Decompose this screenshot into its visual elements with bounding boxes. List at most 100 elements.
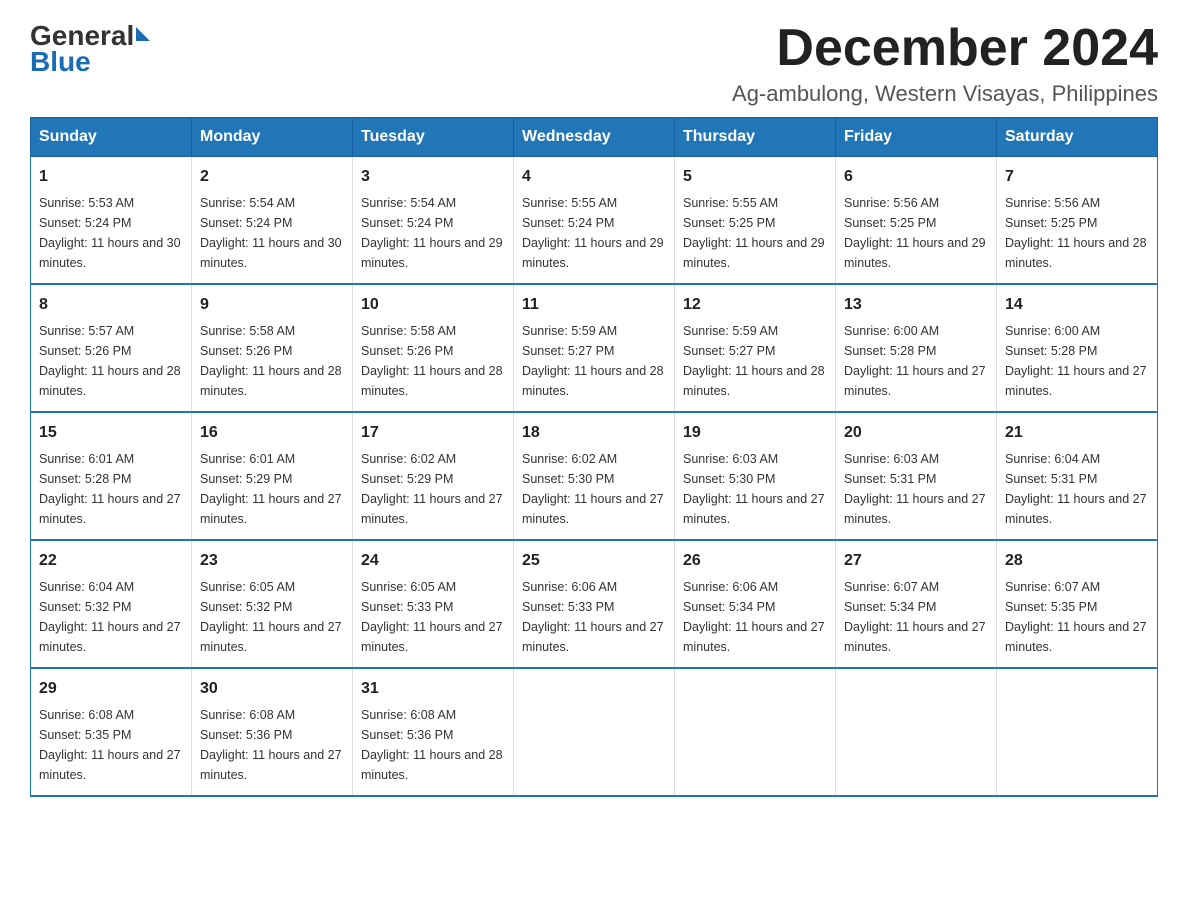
calendar-table: SundayMondayTuesdayWednesdayThursdayFrid…	[30, 117, 1158, 797]
day-number: 19	[683, 421, 827, 445]
page-header: General Blue December 2024 Ag-ambulong, …	[30, 20, 1158, 107]
calendar-body: 1Sunrise: 5:53 AMSunset: 5:24 PMDaylight…	[31, 157, 1158, 797]
day-number: 12	[683, 293, 827, 317]
logo-blue-row: Blue	[30, 46, 91, 78]
day-number: 6	[844, 165, 988, 189]
day-info: Sunrise: 6:08 AMSunset: 5:35 PMDaylight:…	[39, 708, 181, 782]
day-info: Sunrise: 6:06 AMSunset: 5:33 PMDaylight:…	[522, 580, 664, 654]
week-row-5: 29 Sunrise: 6:08 AMSunset: 5:35 PMDayligh…	[31, 668, 1158, 796]
day-info: Sunrise: 6:08 AMSunset: 5:36 PMDaylight:…	[200, 708, 342, 782]
day-info: Sunrise: 6:04 AMSunset: 5:31 PMDaylight:…	[1005, 452, 1147, 526]
calendar-cell: 29 Sunrise: 6:08 AMSunset: 5:35 PMDayligh…	[31, 668, 192, 796]
day-number: 26	[683, 549, 827, 573]
calendar-cell: 21Sunrise: 6:04 AMSunset: 5:31 PMDayligh…	[997, 412, 1158, 540]
logo-triangle-icon	[136, 27, 150, 41]
calendar-cell: 2 Sunrise: 5:54 AMSunset: 5:24 PMDaylight…	[192, 157, 353, 285]
header-cell-saturday: Saturday	[997, 118, 1158, 157]
day-info: Sunrise: 5:58 AMSunset: 5:26 PMDaylight:…	[361, 324, 503, 398]
day-info: Sunrise: 5:55 AMSunset: 5:25 PMDaylight:…	[683, 196, 825, 270]
day-info: Sunrise: 6:05 AMSunset: 5:33 PMDaylight:…	[361, 580, 503, 654]
day-number: 7	[1005, 165, 1149, 189]
week-row-4: 22 Sunrise: 6:04 AMSunset: 5:32 PMDayligh…	[31, 540, 1158, 668]
day-info: Sunrise: 6:07 AMSunset: 5:34 PMDaylight:…	[844, 580, 986, 654]
day-number: 2	[200, 165, 344, 189]
day-info: Sunrise: 6:05 AMSunset: 5:32 PMDaylight:…	[200, 580, 342, 654]
day-number: 16	[200, 421, 344, 445]
day-number: 9	[200, 293, 344, 317]
calendar-cell	[997, 668, 1158, 796]
day-info: Sunrise: 6:03 AMSunset: 5:30 PMDaylight:…	[683, 452, 825, 526]
day-info: Sunrise: 5:56 AMSunset: 5:25 PMDaylight:…	[844, 196, 986, 270]
day-info: Sunrise: 6:01 AMSunset: 5:28 PMDaylight:…	[39, 452, 181, 526]
day-number: 11	[522, 293, 666, 317]
day-number: 31	[361, 677, 505, 701]
header-cell-wednesday: Wednesday	[514, 118, 675, 157]
calendar-cell: 23Sunrise: 6:05 AMSunset: 5:32 PMDayligh…	[192, 540, 353, 668]
calendar-cell: 16Sunrise: 6:01 AMSunset: 5:29 PMDayligh…	[192, 412, 353, 540]
day-info: Sunrise: 5:59 AMSunset: 5:27 PMDaylight:…	[522, 324, 664, 398]
header-cell-monday: Monday	[192, 118, 353, 157]
calendar-cell: 17Sunrise: 6:02 AMSunset: 5:29 PMDayligh…	[353, 412, 514, 540]
header-cell-friday: Friday	[836, 118, 997, 157]
calendar-cell: 15 Sunrise: 6:01 AMSunset: 5:28 PMDayligh…	[31, 412, 192, 540]
day-info: Sunrise: 5:59 AMSunset: 5:27 PMDaylight:…	[683, 324, 825, 398]
calendar-cell	[675, 668, 836, 796]
header-cell-sunday: Sunday	[31, 118, 192, 157]
day-info: Sunrise: 6:02 AMSunset: 5:30 PMDaylight:…	[522, 452, 664, 526]
location-title: Ag-ambulong, Western Visayas, Philippine…	[732, 81, 1158, 107]
logo: General Blue	[30, 20, 150, 78]
day-info: Sunrise: 5:56 AMSunset: 5:25 PMDaylight:…	[1005, 196, 1147, 270]
day-number: 29	[39, 677, 183, 701]
day-number: 25	[522, 549, 666, 573]
calendar-cell	[836, 668, 997, 796]
calendar-cell: 5Sunrise: 5:55 AMSunset: 5:25 PMDaylight…	[675, 157, 836, 285]
day-info: Sunrise: 6:03 AMSunset: 5:31 PMDaylight:…	[844, 452, 986, 526]
day-number: 13	[844, 293, 988, 317]
day-info: Sunrise: 6:07 AMSunset: 5:35 PMDaylight:…	[1005, 580, 1147, 654]
day-info: Sunrise: 6:04 AMSunset: 5:32 PMDaylight:…	[39, 580, 181, 654]
day-info: Sunrise: 6:08 AMSunset: 5:36 PMDaylight:…	[361, 708, 503, 782]
day-info: Sunrise: 5:55 AMSunset: 5:24 PMDaylight:…	[522, 196, 664, 270]
calendar-cell: 22 Sunrise: 6:04 AMSunset: 5:32 PMDayligh…	[31, 540, 192, 668]
day-number: 15	[39, 421, 183, 445]
calendar-cell: 25 Sunrise: 6:06 AMSunset: 5:33 PMDayligh…	[514, 540, 675, 668]
calendar-cell: 20 Sunrise: 6:03 AMSunset: 5:31 PMDayligh…	[836, 412, 997, 540]
calendar-cell: 9 Sunrise: 5:58 AMSunset: 5:26 PMDaylight…	[192, 284, 353, 412]
day-number: 18	[522, 421, 666, 445]
day-info: Sunrise: 5:58 AMSunset: 5:26 PMDaylight:…	[200, 324, 342, 398]
calendar-cell: 28 Sunrise: 6:07 AMSunset: 5:35 PMDayligh…	[997, 540, 1158, 668]
day-info: Sunrise: 6:00 AMSunset: 5:28 PMDaylight:…	[1005, 324, 1147, 398]
calendar-cell: 3Sunrise: 5:54 AMSunset: 5:24 PMDaylight…	[353, 157, 514, 285]
day-number: 14	[1005, 293, 1149, 317]
calendar-cell: 19 Sunrise: 6:03 AMSunset: 5:30 PMDayligh…	[675, 412, 836, 540]
calendar-cell: 14 Sunrise: 6:00 AMSunset: 5:28 PMDayligh…	[997, 284, 1158, 412]
day-info: Sunrise: 5:57 AMSunset: 5:26 PMDaylight:…	[39, 324, 181, 398]
calendar-cell: 27 Sunrise: 6:07 AMSunset: 5:34 PMDayligh…	[836, 540, 997, 668]
calendar-cell: 12 Sunrise: 5:59 AMSunset: 5:27 PMDayligh…	[675, 284, 836, 412]
day-number: 27	[844, 549, 988, 573]
day-number: 8	[39, 293, 183, 317]
day-number: 20	[844, 421, 988, 445]
header-row: SundayMondayTuesdayWednesdayThursdayFrid…	[31, 118, 1158, 157]
day-number: 1	[39, 165, 183, 189]
header-cell-tuesday: Tuesday	[353, 118, 514, 157]
day-info: Sunrise: 6:00 AMSunset: 5:28 PMDaylight:…	[844, 324, 986, 398]
calendar-cell: 1Sunrise: 5:53 AMSunset: 5:24 PMDaylight…	[31, 157, 192, 285]
day-info: Sunrise: 5:54 AMSunset: 5:24 PMDaylight:…	[200, 196, 342, 270]
day-number: 30	[200, 677, 344, 701]
day-number: 24	[361, 549, 505, 573]
day-number: 3	[361, 165, 505, 189]
week-row-3: 15 Sunrise: 6:01 AMSunset: 5:28 PMDayligh…	[31, 412, 1158, 540]
calendar-cell: 24 Sunrise: 6:05 AMSunset: 5:33 PMDayligh…	[353, 540, 514, 668]
calendar-cell: 8 Sunrise: 5:57 AMSunset: 5:26 PMDaylight…	[31, 284, 192, 412]
week-row-2: 8 Sunrise: 5:57 AMSunset: 5:26 PMDaylight…	[31, 284, 1158, 412]
day-number: 28	[1005, 549, 1149, 573]
calendar-cell: 6 Sunrise: 5:56 AMSunset: 5:25 PMDaylight…	[836, 157, 997, 285]
title-block: December 2024 Ag-ambulong, Western Visay…	[732, 20, 1158, 107]
month-title: December 2024	[732, 20, 1158, 77]
day-number: 17	[361, 421, 505, 445]
calendar-cell: 4Sunrise: 5:55 AMSunset: 5:24 PMDaylight…	[514, 157, 675, 285]
calendar-cell: 26Sunrise: 6:06 AMSunset: 5:34 PMDayligh…	[675, 540, 836, 668]
day-number: 22	[39, 549, 183, 573]
calendar-header: SundayMondayTuesdayWednesdayThursdayFrid…	[31, 118, 1158, 157]
